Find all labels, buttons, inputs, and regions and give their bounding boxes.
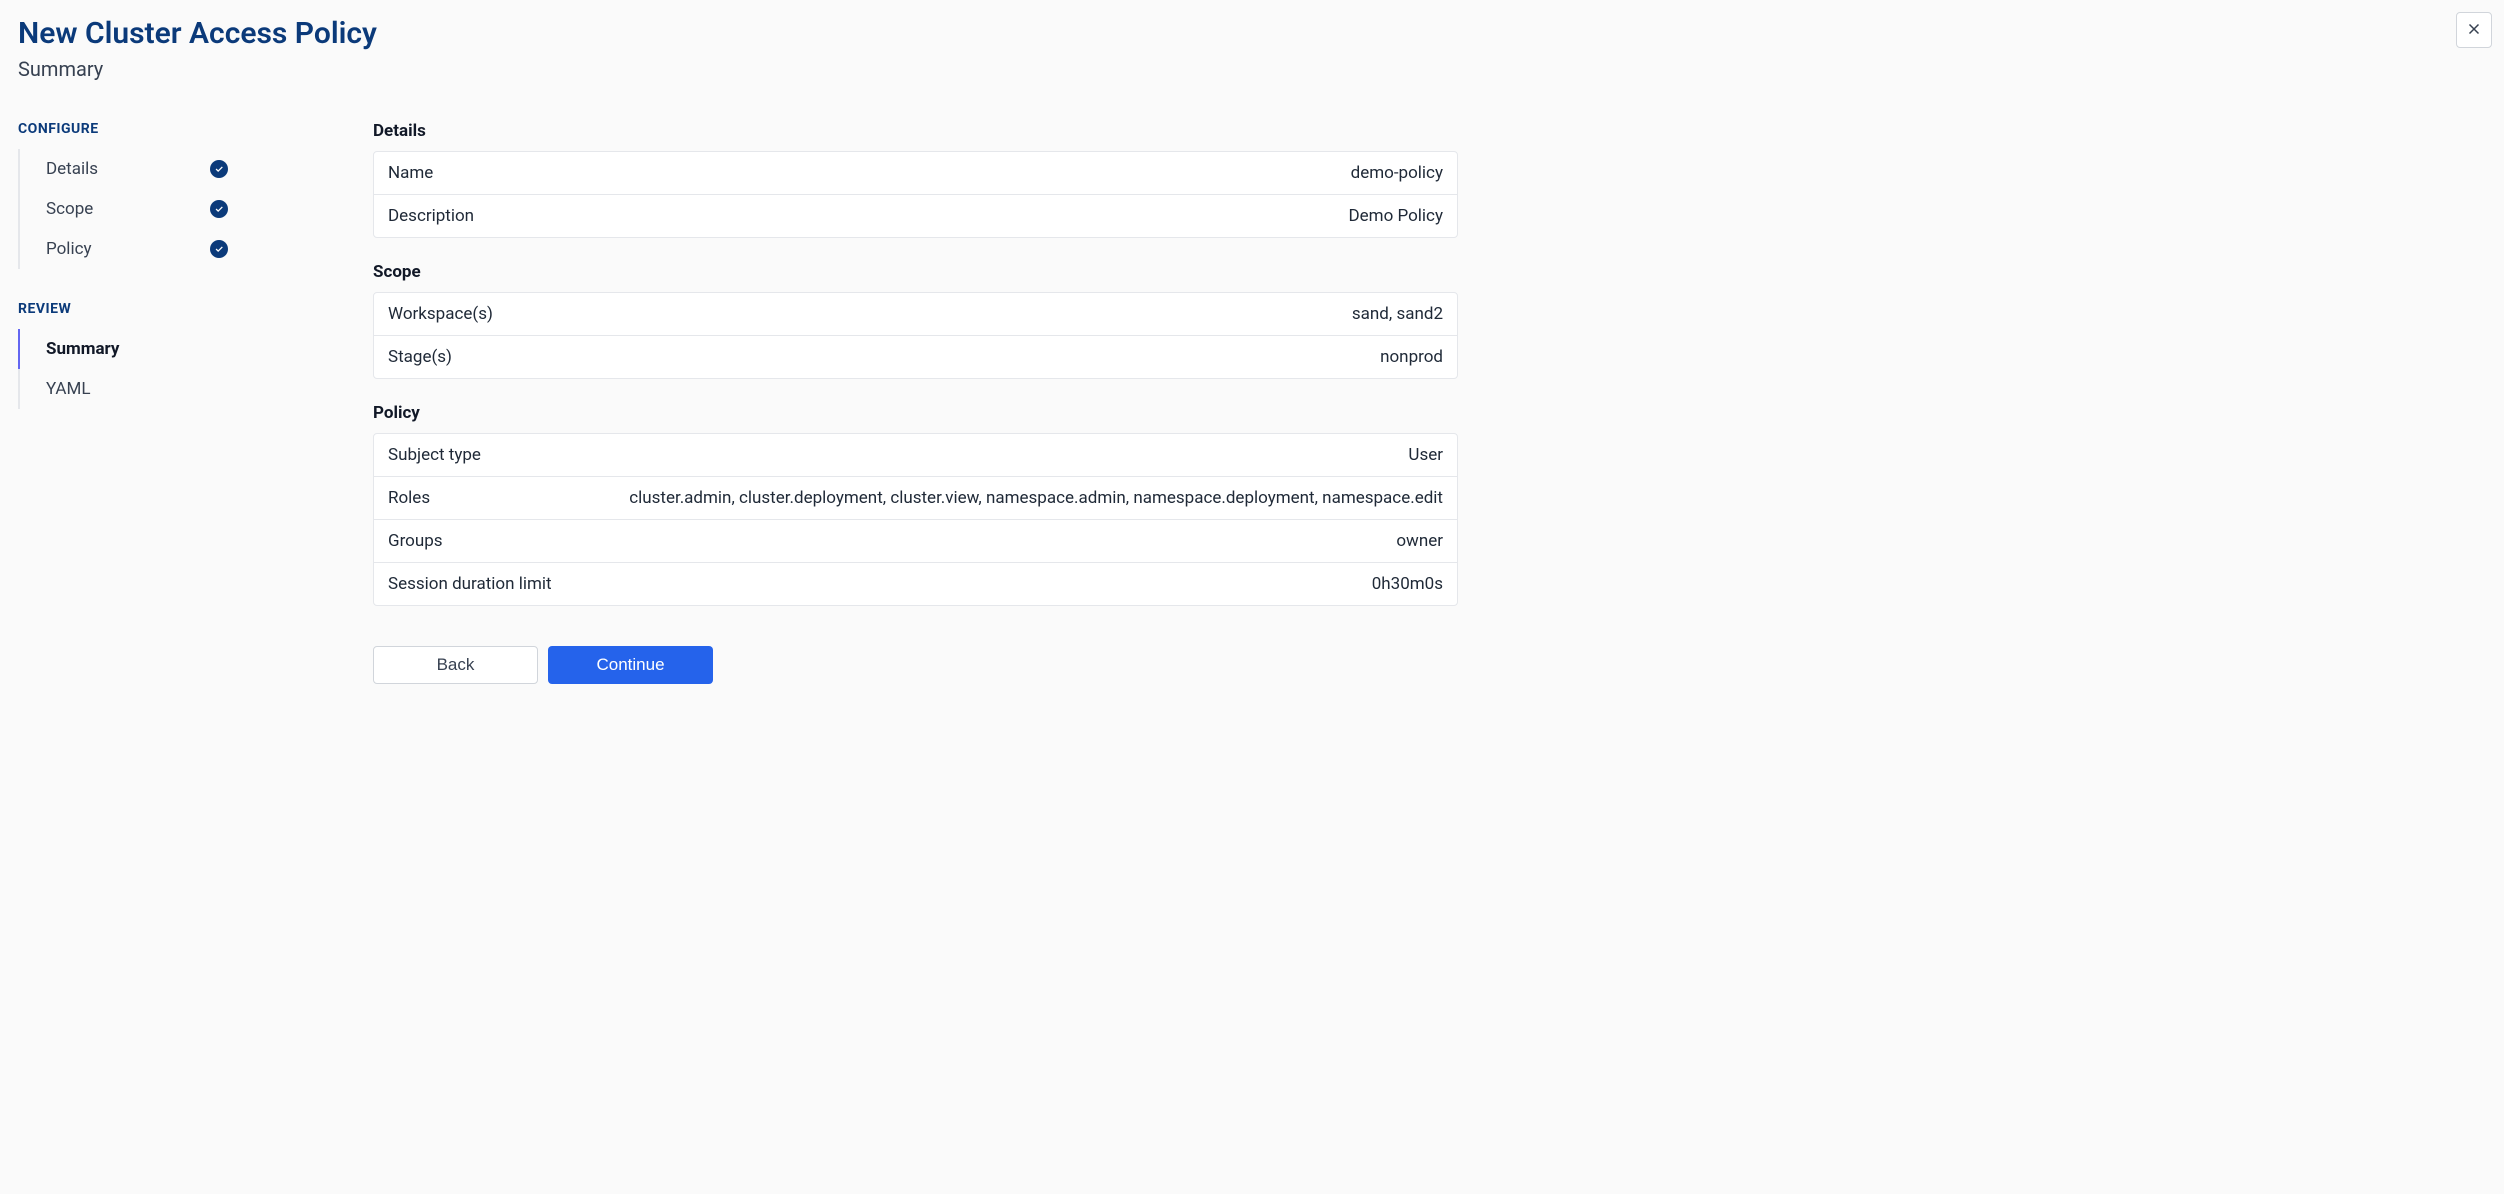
detail-label: Session duration limit (388, 574, 552, 594)
sidebar-item-label: Policy (46, 239, 92, 259)
sidebar-item-label: Scope (46, 199, 93, 219)
detail-value: Demo Policy (1348, 206, 1443, 226)
detail-box: Subject type User Roles cluster.admin, c… (373, 433, 1458, 606)
close-icon (2465, 20, 2483, 41)
section-title: Policy (373, 403, 1458, 423)
detail-row: Groups owner (374, 520, 1457, 563)
detail-label: Stage(s) (388, 347, 452, 367)
check-circle-icon (210, 200, 228, 218)
back-button[interactable]: Back (373, 646, 538, 684)
sidebar-item-label: Summary (46, 339, 119, 359)
sidebar-item-policy[interactable]: Policy (18, 229, 228, 269)
detail-value: owner (1396, 531, 1443, 551)
check-circle-icon (210, 240, 228, 258)
detail-row: Workspace(s) sand, sand2 (374, 293, 1457, 336)
section-title: Scope (373, 262, 1458, 282)
sidebar-item-scope[interactable]: Scope (18, 189, 228, 229)
detail-label: Subject type (388, 445, 481, 465)
detail-box: Name demo-policy Description Demo Policy (373, 151, 1458, 238)
sidebar-item-label: YAML (46, 379, 91, 399)
detail-value: demo-policy (1351, 163, 1443, 183)
action-bar: Back Continue (373, 646, 1458, 684)
detail-label: Roles (388, 488, 430, 508)
detail-row: Session duration limit 0h30m0s (374, 563, 1457, 605)
page-subtitle: Summary (18, 57, 2486, 81)
detail-value: cluster.admin, cluster.deployment, clust… (629, 488, 1443, 508)
sidebar-section-configure: CONFIGURE (18, 121, 373, 137)
detail-label: Workspace(s) (388, 304, 493, 324)
sidebar-item-yaml[interactable]: YAML (18, 369, 228, 409)
sidebar: CONFIGURE Details Scope Policy (18, 121, 373, 684)
detail-row: Name demo-policy (374, 152, 1457, 195)
detail-row: Stage(s) nonprod (374, 336, 1457, 378)
sidebar-item-label: Details (46, 159, 98, 179)
sidebar-item-details[interactable]: Details (18, 149, 228, 189)
detail-value: sand, sand2 (1352, 304, 1443, 324)
detail-value: User (1408, 445, 1443, 465)
detail-value: nonprod (1380, 347, 1443, 367)
section-title: Details (373, 121, 1458, 141)
page-title: New Cluster Access Policy (18, 16, 2486, 51)
detail-label: Description (388, 206, 474, 226)
detail-label: Name (388, 163, 433, 183)
detail-value: 0h30m0s (1372, 574, 1443, 594)
main-content: Details Name demo-policy Description Dem… (373, 121, 1458, 684)
detail-row: Subject type User (374, 434, 1457, 477)
sidebar-item-summary[interactable]: Summary (18, 329, 228, 369)
detail-box: Workspace(s) sand, sand2 Stage(s) nonpro… (373, 292, 1458, 379)
section-policy: Policy Subject type User Roles cluster.a… (373, 403, 1458, 606)
detail-row: Description Demo Policy (374, 195, 1457, 237)
sidebar-section-review: REVIEW (18, 301, 373, 317)
detail-row: Roles cluster.admin, cluster.deployment,… (374, 477, 1457, 520)
close-button[interactable] (2456, 12, 2492, 48)
section-scope: Scope Workspace(s) sand, sand2 Stage(s) … (373, 262, 1458, 379)
check-circle-icon (210, 160, 228, 178)
section-details: Details Name demo-policy Description Dem… (373, 121, 1458, 238)
detail-label: Groups (388, 531, 443, 551)
continue-button[interactable]: Continue (548, 646, 713, 684)
